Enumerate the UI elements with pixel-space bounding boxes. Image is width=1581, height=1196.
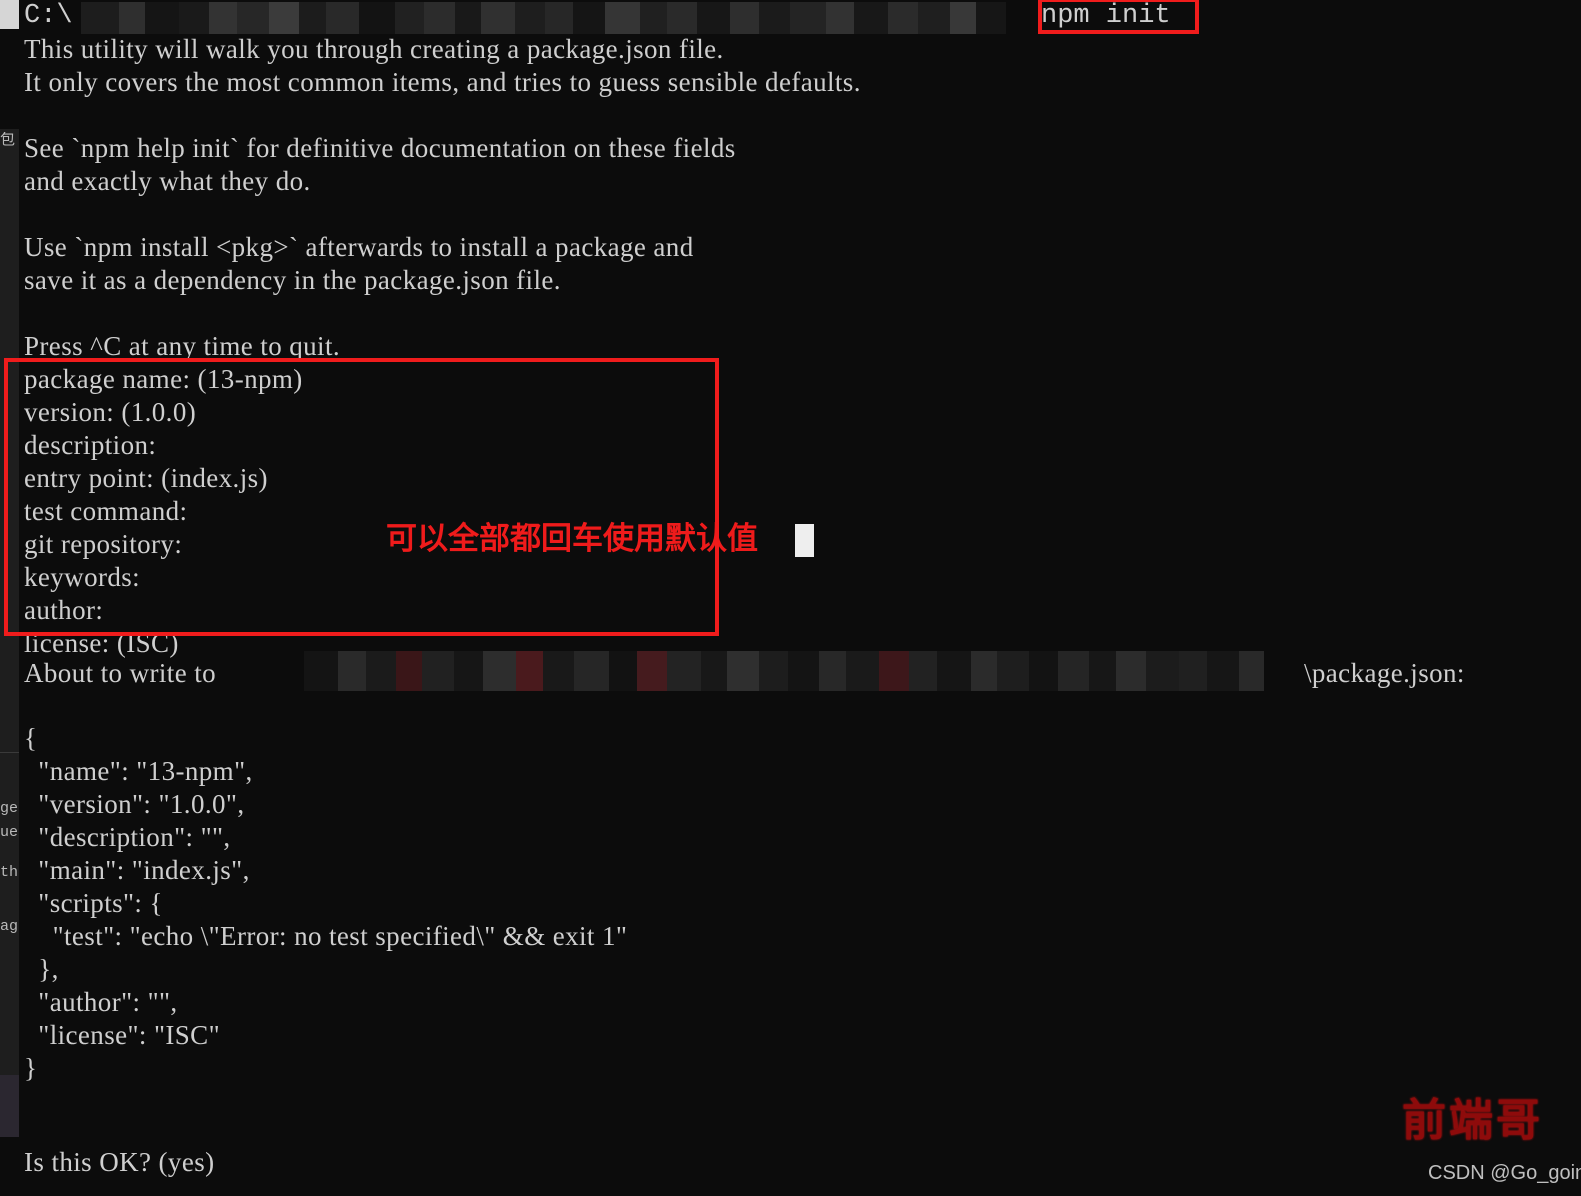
init-prompt-test-command: test command: [24,496,188,526]
background-window-body-top [0,29,19,129]
pkg-line-7: }, [24,954,59,984]
pkg-line-8: "author": "", [24,987,178,1017]
intro-line-1: It only covers the most common items, an… [24,67,861,97]
confirm-prompt: Is this OK? (yes) [24,1147,215,1177]
init-prompt-description: description: [24,430,157,460]
text-cursor [795,524,814,557]
init-prompt-version: version: (1.0.0) [24,397,197,427]
init-prompt-entry-point: entry point: (index.js) [24,463,268,493]
redacted-path-prompt [81,2,1036,34]
init-prompt-keywords: keywords: [24,562,141,592]
pkg-line-9: "license": "ISC" [24,1020,221,1050]
intro-line-0: This utility will walk you through creat… [24,34,724,64]
pkg-line-2: "version": "1.0.0", [24,789,245,819]
about-to-write-suffix: \package.json: [1304,658,1465,688]
pkg-line-1: "name": "13-npm", [24,756,253,786]
background-divider-1 [0,752,19,753]
background-window-panel [0,1075,19,1137]
background-fragment-4: ag [0,918,19,935]
background-window-sliver[interactable]: 包 ge. ue th ag [0,0,19,1196]
intro-line-3: See `npm help init` for definitive docum… [24,133,736,163]
watermark-subtitle: CSDN @Go_going_ [1428,1162,1581,1184]
about-to-write-prefix: About to write to [24,658,224,688]
intro-line-9: Press ^C at any time to quit. [24,331,340,361]
background-fragment-0: 包 [0,132,16,149]
pkg-line-0: { [24,723,38,753]
console-surface[interactable]: C:\ npm init This utility will walk you … [19,0,1581,1196]
pkg-line-5: "scripts": { [24,888,163,918]
background-window-titlebar [0,0,19,29]
init-prompt-git-repo: git repository: [24,529,183,559]
redacted-path-write [304,651,1304,691]
pkg-line-3: "description": "", [24,822,231,852]
intro-line-4: and exactly what they do. [24,166,311,196]
init-prompt-license: license: (ISC) [24,628,179,658]
init-prompt-package-name: package name: (13-npm) [24,364,303,394]
intro-line-7: save it as a dependency in the package.j… [24,265,561,295]
background-fragment-3: th [0,864,19,881]
pkg-line-4: "main": "index.js", [24,855,250,885]
background-fragment-1: ge. [0,800,19,817]
init-prompt-author: author: [24,595,104,625]
watermark-title: 前端哥 [1402,1095,1543,1146]
prompt-command: npm init [1041,1,1171,31]
screen-root: 包 ge. ue th ag C:\ npm init [0,0,1581,1196]
background-fragment-2: ue [0,824,19,841]
intro-line-6: Use `npm install <pkg>` afterwards to in… [24,232,694,262]
pkg-line-6: "test": "echo \"Error: no test specified… [24,921,628,951]
prompt-drive: C:\ [24,1,73,31]
background-window-body-bottom [0,1137,19,1196]
annotation-note-text: 可以全部都回车使用默认值 [386,521,758,557]
pkg-line-10: } [24,1053,38,1083]
